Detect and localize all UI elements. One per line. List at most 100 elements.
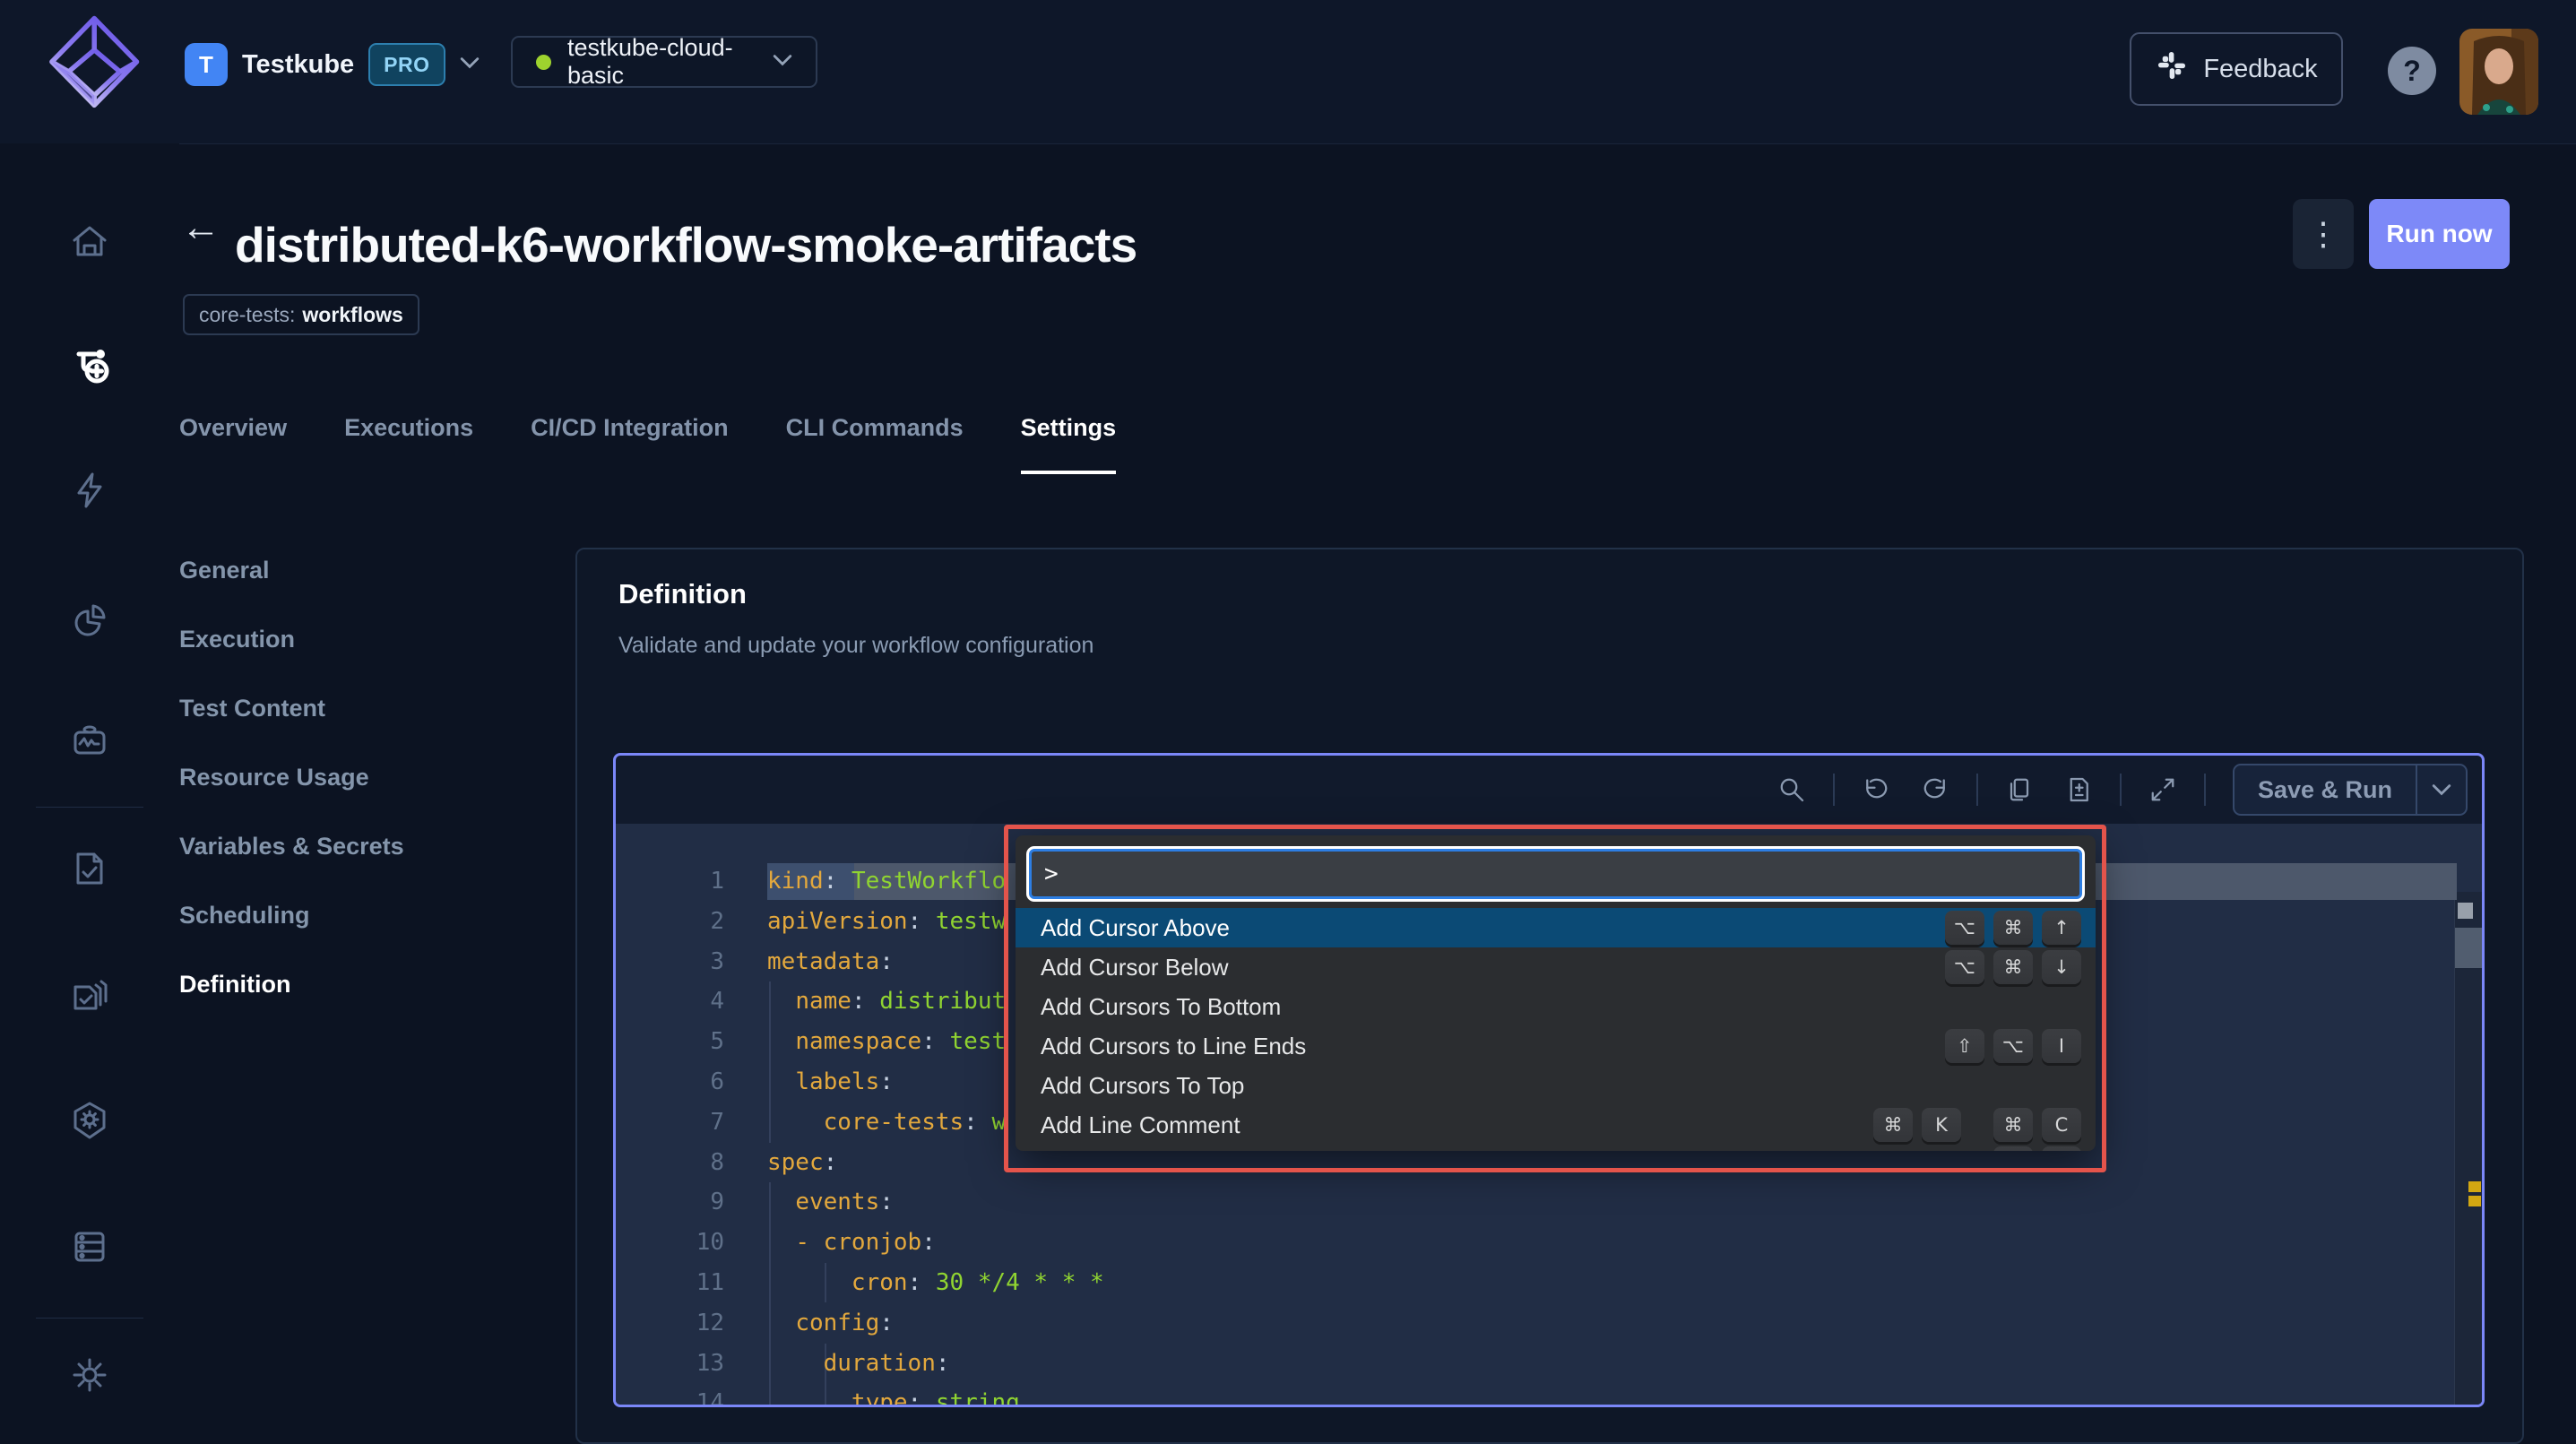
palette-item-add-line-comment[interactable]: Add Line Comment ⌘ K ⌘ C: [1016, 1105, 2096, 1145]
tab-settings[interactable]: Settings: [1020, 414, 1117, 474]
gear-icon[interactable]: [68, 1353, 111, 1396]
redo-icon[interactable]: [1917, 772, 1953, 808]
line-number: 4: [710, 988, 724, 1016]
code-line-13[interactable]: duration:: [767, 1344, 2457, 1384]
testkube-logo-icon[interactable]: [43, 9, 142, 125]
tab-bar: Overview Executions CI/CD Integration CLI C…: [179, 414, 1117, 474]
lightning-icon[interactable]: [68, 469, 111, 512]
keycap: C: [2042, 1108, 2081, 1142]
line-number: 7: [710, 1108, 724, 1136]
slack-icon: [2155, 48, 2189, 90]
panel-subtitle: Validate and update your workflow config…: [618, 633, 1094, 658]
document-check-icon[interactable]: [68, 847, 111, 890]
keycap: ⌥: [1944, 950, 1984, 984]
paste-diff-icon[interactable]: [2061, 772, 2096, 808]
line-number: 9: [710, 1189, 724, 1216]
more-actions-button[interactable]: ⋮: [2293, 199, 2354, 269]
settings-nav-execution[interactable]: Execution: [179, 605, 538, 674]
keycap: ↓: [2042, 950, 2081, 984]
feedback-button[interactable]: Feedback: [2130, 32, 2343, 106]
keycap: ⌘: [1993, 911, 2033, 945]
tab-executions[interactable]: Executions: [344, 414, 473, 474]
line-number: 3: [710, 947, 724, 975]
code-line-11[interactable]: cron: 30 */4 * * *: [767, 1263, 2457, 1303]
back-button[interactable]: ←: [181, 208, 220, 247]
palette-item-add-cursors-to-bottom[interactable]: Add Cursors To Bottom: [1016, 987, 2096, 1026]
env-status-dot-icon: [536, 54, 551, 70]
editor-toolbar: Save & Run: [616, 756, 2482, 824]
settings-nav-general[interactable]: General: [179, 536, 538, 605]
copy-icon[interactable]: [2001, 772, 2037, 808]
topbar: T Testkube PRO testkube-cloud-basic Feed…: [0, 0, 2576, 144]
home-icon[interactable]: [68, 220, 111, 264]
toolbar-separator: [2203, 774, 2206, 806]
settings-nav: General Execution Test Content Resource Usa…: [179, 536, 538, 1019]
palette-item-label: Add Line Comment: [1041, 1111, 1240, 1138]
tab-ci-cd-integration[interactable]: CI/CD Integration: [531, 414, 729, 474]
tab-cli-commands[interactable]: CLI Commands: [786, 414, 964, 474]
settings-nav-definition[interactable]: Definition: [179, 950, 538, 1019]
save-and-run-label: Save & Run: [2257, 775, 2392, 803]
line-number: 13: [696, 1349, 724, 1377]
keycap: ↑: [2042, 911, 2081, 945]
server-icon[interactable]: [68, 1225, 111, 1268]
code-line-12[interactable]: config:: [767, 1303, 2457, 1344]
line-number: 12: [696, 1309, 724, 1336]
palette-item-add-cursors-to-line-ends[interactable]: Add Cursors to Line Ends ⇧ ⌥ I: [1016, 1026, 2096, 1066]
settings-nav-resource-usage[interactable]: Resource Usage: [179, 743, 538, 812]
line-number: 1: [710, 868, 724, 895]
editor-scrollbar[interactable]: [2454, 892, 2482, 1405]
shield-gear-icon[interactable]: [68, 1099, 111, 1142]
environment-selector[interactable]: testkube-cloud-basic: [511, 34, 817, 89]
tab-overview[interactable]: Overview: [179, 414, 287, 474]
monitor-health-icon[interactable]: [68, 721, 111, 764]
warning-marker: [2468, 1181, 2481, 1192]
palette-item-label: Add Cursors to Line Ends: [1041, 1032, 1307, 1059]
keycap: ⌥: [1993, 1029, 2033, 1063]
chevron-down-icon: [773, 54, 792, 71]
page-title: distributed-k6-workflow-smoke-artifacts: [235, 216, 1137, 272]
toolbar-separator: [2119, 774, 2122, 806]
settings-nav-variables-secrets[interactable]: Variables & Secrets: [179, 812, 538, 881]
save-and-run-button[interactable]: Save & Run: [2232, 764, 2468, 816]
label-badge: core-tests: workflows: [183, 294, 419, 335]
palette-item-add-cursor-above[interactable]: Add Cursor Above ⌥ ⌘ ↑: [1016, 908, 2096, 947]
org-switcher[interactable]: T Testkube PRO: [185, 43, 480, 86]
undo-icon[interactable]: [1858, 772, 1894, 808]
palette-item-add-cursors-to-top[interactable]: Add Cursors To Top: [1016, 1066, 2096, 1105]
expand-icon[interactable]: [2145, 772, 2181, 808]
line-number: 10: [696, 1229, 724, 1257]
search-icon[interactable]: [1774, 772, 1810, 808]
pie-chart-icon[interactable]: [68, 599, 111, 642]
label-value: workflows: [302, 302, 403, 326]
sidebar: [0, 143, 179, 1404]
toolbar-separator: [1975, 774, 1978, 806]
settings-nav-test-content[interactable]: Test Content: [179, 674, 538, 743]
line-numbers: 1 2 3 4 5 6 7 8 9 10 11 12 13 14: [616, 824, 767, 1405]
documents-stack-icon[interactable]: [68, 973, 111, 1016]
line-number: 8: [710, 1148, 724, 1176]
palette-prompt: >: [1044, 860, 1059, 887]
sidebar-divider: [36, 1318, 143, 1319]
keycap: ⌥: [1944, 911, 1984, 945]
code-line-10[interactable]: - cronjob:: [767, 1223, 2457, 1263]
toolbar-separator: [1832, 774, 1835, 806]
kebab-icon: ⋮: [2307, 215, 2339, 252]
command-palette-input[interactable]: >: [1029, 849, 2082, 899]
line-number: 5: [710, 1028, 724, 1056]
palette-partial-row: ⌘/: [1016, 1145, 2096, 1151]
feedback-label: Feedback: [2203, 54, 2318, 83]
scrollbar-thumb[interactable]: [2458, 903, 2473, 919]
keycap: ⇧: [1944, 1029, 1984, 1063]
code-line-14[interactable]: type: string: [767, 1383, 2457, 1405]
chevron-down-icon[interactable]: [2417, 765, 2466, 814]
code-line-9[interactable]: events:: [767, 1182, 2457, 1223]
org-name: Testkube: [242, 49, 355, 79]
workflow-add-icon[interactable]: [68, 343, 111, 386]
settings-nav-scheduling[interactable]: Scheduling: [179, 881, 538, 950]
palette-item-add-cursor-below[interactable]: Add Cursor Below ⌥ ⌘ ↓: [1016, 947, 2096, 987]
keycap: I: [2042, 1029, 2081, 1063]
help-button[interactable]: ?: [2388, 47, 2436, 95]
user-avatar[interactable]: [2459, 29, 2538, 115]
run-now-button[interactable]: Run now: [2369, 199, 2510, 269]
